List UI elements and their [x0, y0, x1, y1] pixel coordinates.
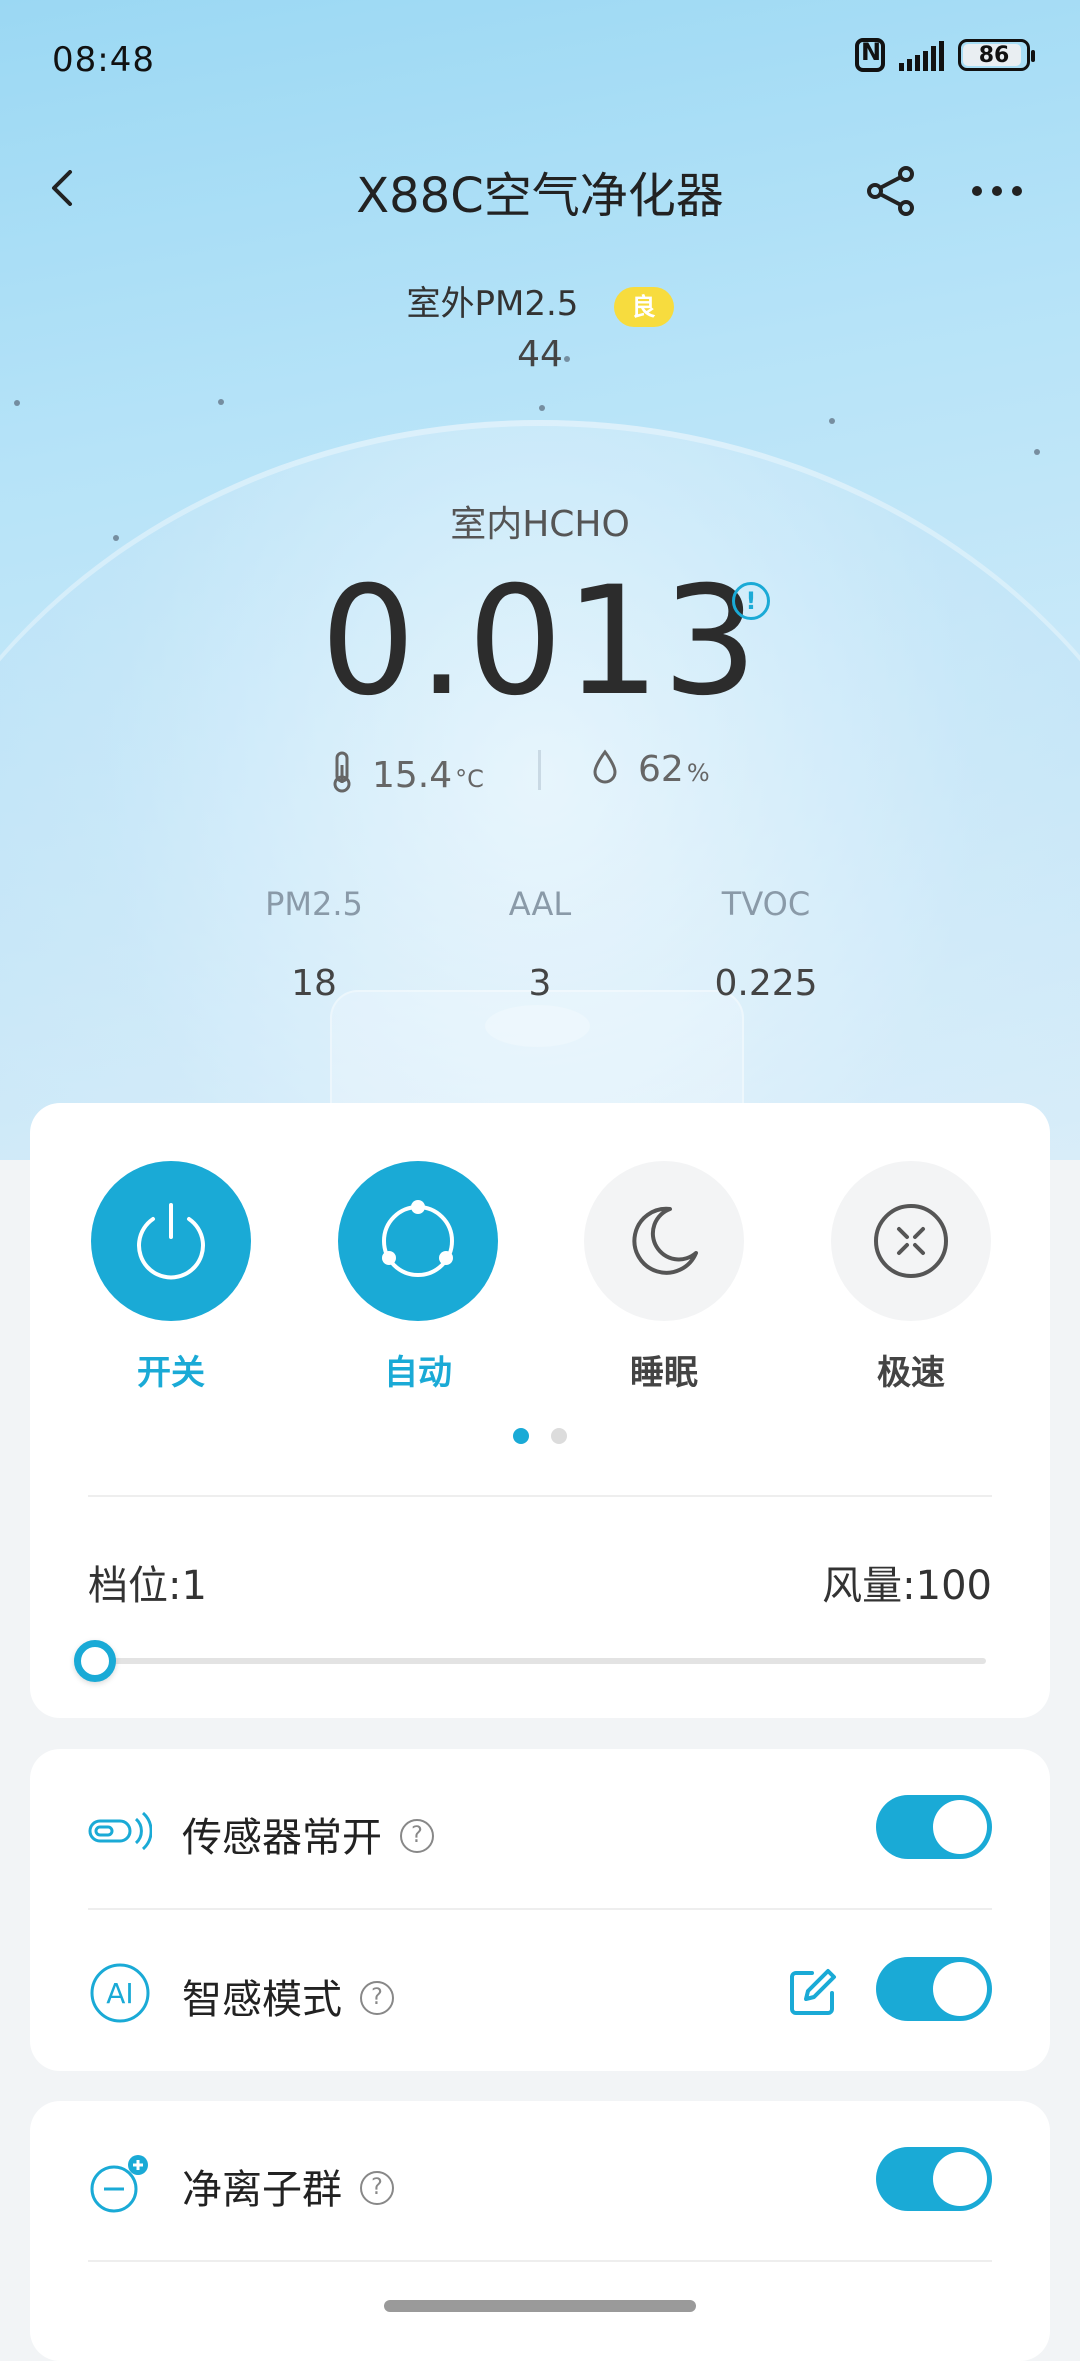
mode-turbo[interactable]: 极速: [831, 1161, 991, 1394]
metric-value: 3: [528, 963, 552, 1004]
fan-speed-slider-thumb[interactable]: [74, 1640, 116, 1682]
turbo-icon: [874, 1204, 948, 1278]
share-icon[interactable]: [866, 165, 916, 217]
setting-row-ai: AI 智感模式?: [30, 1911, 1050, 2071]
setting-label: 净离子群?: [182, 2157, 394, 2215]
water-drop-icon: [593, 749, 617, 784]
setting-row-sensor: 传感器常开?: [30, 1749, 1050, 1909]
metric-aal: AAL 3: [430, 885, 650, 1004]
mode-label: 睡眠: [630, 1353, 698, 1393]
battery-level: 86: [978, 42, 1010, 68]
ion-cluster-toggle[interactable]: [876, 2147, 992, 2211]
particle-dot: [14, 400, 20, 406]
mode-sleep[interactable]: 睡眠: [584, 1161, 744, 1394]
help-icon[interactable]: ?: [400, 1819, 434, 1853]
status-time: 08:48: [52, 40, 155, 80]
help-icon[interactable]: ?: [360, 2171, 394, 2205]
purifier-device-detail: [485, 1005, 590, 1047]
edit-icon[interactable]: [786, 1967, 838, 2019]
fan-speed-slider-track[interactable]: [88, 1658, 986, 1664]
divider: [88, 1908, 992, 1910]
power-button[interactable]: [91, 1161, 251, 1321]
air-quality-badge: 良: [613, 286, 674, 327]
help-icon[interactable]: ?: [360, 1981, 394, 2015]
outdoor-pm-header: 室外PM2.5 良: [0, 276, 1080, 331]
metric-value: 0.225: [714, 963, 818, 1004]
metric-value: 18: [291, 963, 337, 1004]
mode-pager[interactable]: [30, 1428, 1050, 1444]
outdoor-pm-value: 44: [517, 334, 563, 375]
temperature-value: 15.4: [372, 755, 453, 796]
humidity-unit: %: [686, 759, 710, 787]
moon-icon: [632, 1206, 698, 1275]
particle-dot: [829, 418, 835, 424]
turbo-button[interactable]: [831, 1161, 991, 1321]
nfc-icon: [855, 38, 885, 72]
mode-power[interactable]: 开关: [91, 1161, 251, 1394]
svg-text:AI: AI: [106, 1977, 133, 2010]
metric-label: PM2.5: [265, 885, 363, 923]
outdoor-pm-label: 室外PM2.5: [406, 284, 579, 324]
smart-mode-toggle[interactable]: [876, 1957, 992, 2021]
battery-icon: 86: [958, 39, 1035, 71]
ion-icon: [90, 2155, 148, 2213]
sleep-button[interactable]: [584, 1161, 744, 1321]
sensor-always-on-toggle[interactable]: [876, 1795, 992, 1859]
page-title: X88C空气净化器: [356, 168, 724, 224]
auto-button[interactable]: [338, 1161, 498, 1321]
ai-icon: AI: [90, 1963, 150, 2023]
temperature-readout: 15.4 °C: [330, 745, 484, 796]
thermometer-icon: [333, 751, 351, 793]
settings-card-2: 净离子群?: [30, 2101, 1050, 2361]
setting-label: 智感模式?: [182, 1967, 394, 2025]
auto-icon: [382, 1200, 454, 1277]
metric-label: AAL: [508, 885, 572, 923]
gear-level-label: 档位:1: [88, 1563, 207, 1609]
setting-label-text: 传感器常开: [182, 1815, 382, 1861]
setting-row-ion: 净离子群?: [30, 2101, 1050, 2261]
readout-separator: [538, 750, 541, 790]
info-icon[interactable]: !: [732, 582, 770, 620]
humidity-readout: 62 %: [592, 745, 710, 790]
indoor-hcho-label: 室内HCHO: [450, 504, 630, 545]
particle-dot: [1034, 449, 1040, 455]
mode-label: 开关: [137, 1353, 205, 1393]
airflow-label: 风量:100: [822, 1563, 992, 1609]
signal-icon: [899, 39, 944, 71]
pager-dot[interactable]: [551, 1428, 567, 1444]
metric-tvoc: TVOC 0.225: [656, 885, 876, 1004]
particle-dot: [218, 399, 224, 405]
divider: [88, 2260, 992, 2262]
indoor-hcho-value: 0.013: [320, 555, 760, 729]
control-card: 开关 自动 睡眠 极速 档位:1 风量:100: [30, 1103, 1050, 1718]
mode-label: 极速: [877, 1353, 945, 1393]
particle-dot: [539, 405, 545, 411]
settings-card: 传感器常开? AI 智感模式?: [30, 1749, 1050, 2071]
temperature-unit: °C: [455, 765, 484, 793]
status-icons: 86: [855, 38, 1035, 72]
setting-label-text: 智感模式: [182, 1977, 342, 2023]
power-icon: [137, 1203, 205, 1280]
mode-auto[interactable]: 自动: [338, 1161, 498, 1394]
setting-label-text: 净离子群: [182, 2167, 342, 2213]
home-indicator[interactable]: [384, 2300, 696, 2312]
setting-label: 传感器常开?: [182, 1805, 434, 1863]
metric-pm25: PM2.5 18: [204, 885, 424, 1004]
mode-label: 自动: [384, 1353, 452, 1393]
divider: [88, 1495, 992, 1497]
more-options-icon[interactable]: [972, 186, 1022, 196]
sensor-icon: [88, 1811, 152, 1851]
metric-label: TVOC: [721, 885, 811, 923]
pager-dot-active[interactable]: [513, 1428, 529, 1444]
humidity-value: 62: [638, 749, 684, 790]
